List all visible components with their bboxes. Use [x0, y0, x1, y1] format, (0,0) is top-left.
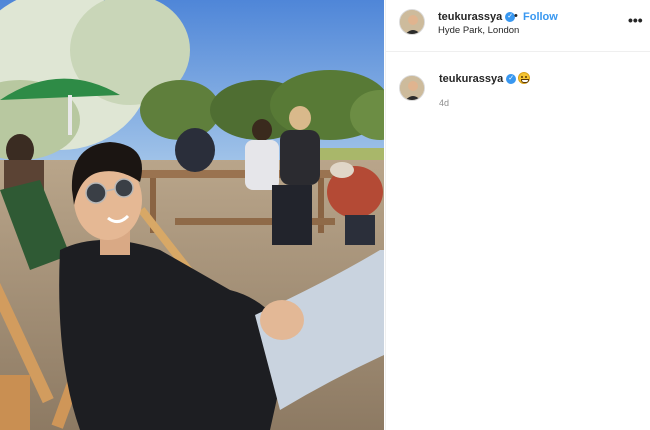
caption-avatar-image	[400, 76, 424, 100]
caption-username-text[interactable]: teukurassya	[439, 73, 503, 85]
grinning-face-emoji	[518, 72, 530, 84]
avatar-image	[400, 10, 424, 34]
post-location[interactable]: Hyde Park, London	[438, 25, 519, 36]
post-photo-scene	[0, 0, 384, 430]
separator-dot: •	[514, 10, 518, 22]
caption-username[interactable]: teukurassya ✓	[439, 73, 517, 85]
avatar[interactable]	[399, 9, 425, 35]
more-options-icon[interactable]: •••	[628, 12, 643, 28]
post-caption: teukurassya ✓ 4d	[386, 60, 650, 120]
caption-avatar[interactable]	[399, 75, 425, 101]
post-side-panel: teukurassya ✓ • Follow Hyde Park, London …	[385, 0, 650, 430]
post-author-username[interactable]: teukurassya ✓	[438, 11, 516, 23]
post-photo[interactable]	[0, 0, 384, 430]
post-header: teukurassya ✓ • Follow Hyde Park, London …	[386, 0, 650, 52]
verified-badge-icon: ✓	[506, 74, 517, 85]
post-timestamp[interactable]: 4d	[439, 98, 449, 108]
follow-button[interactable]: Follow	[523, 11, 558, 23]
post-author-username-text[interactable]: teukurassya	[438, 11, 502, 23]
